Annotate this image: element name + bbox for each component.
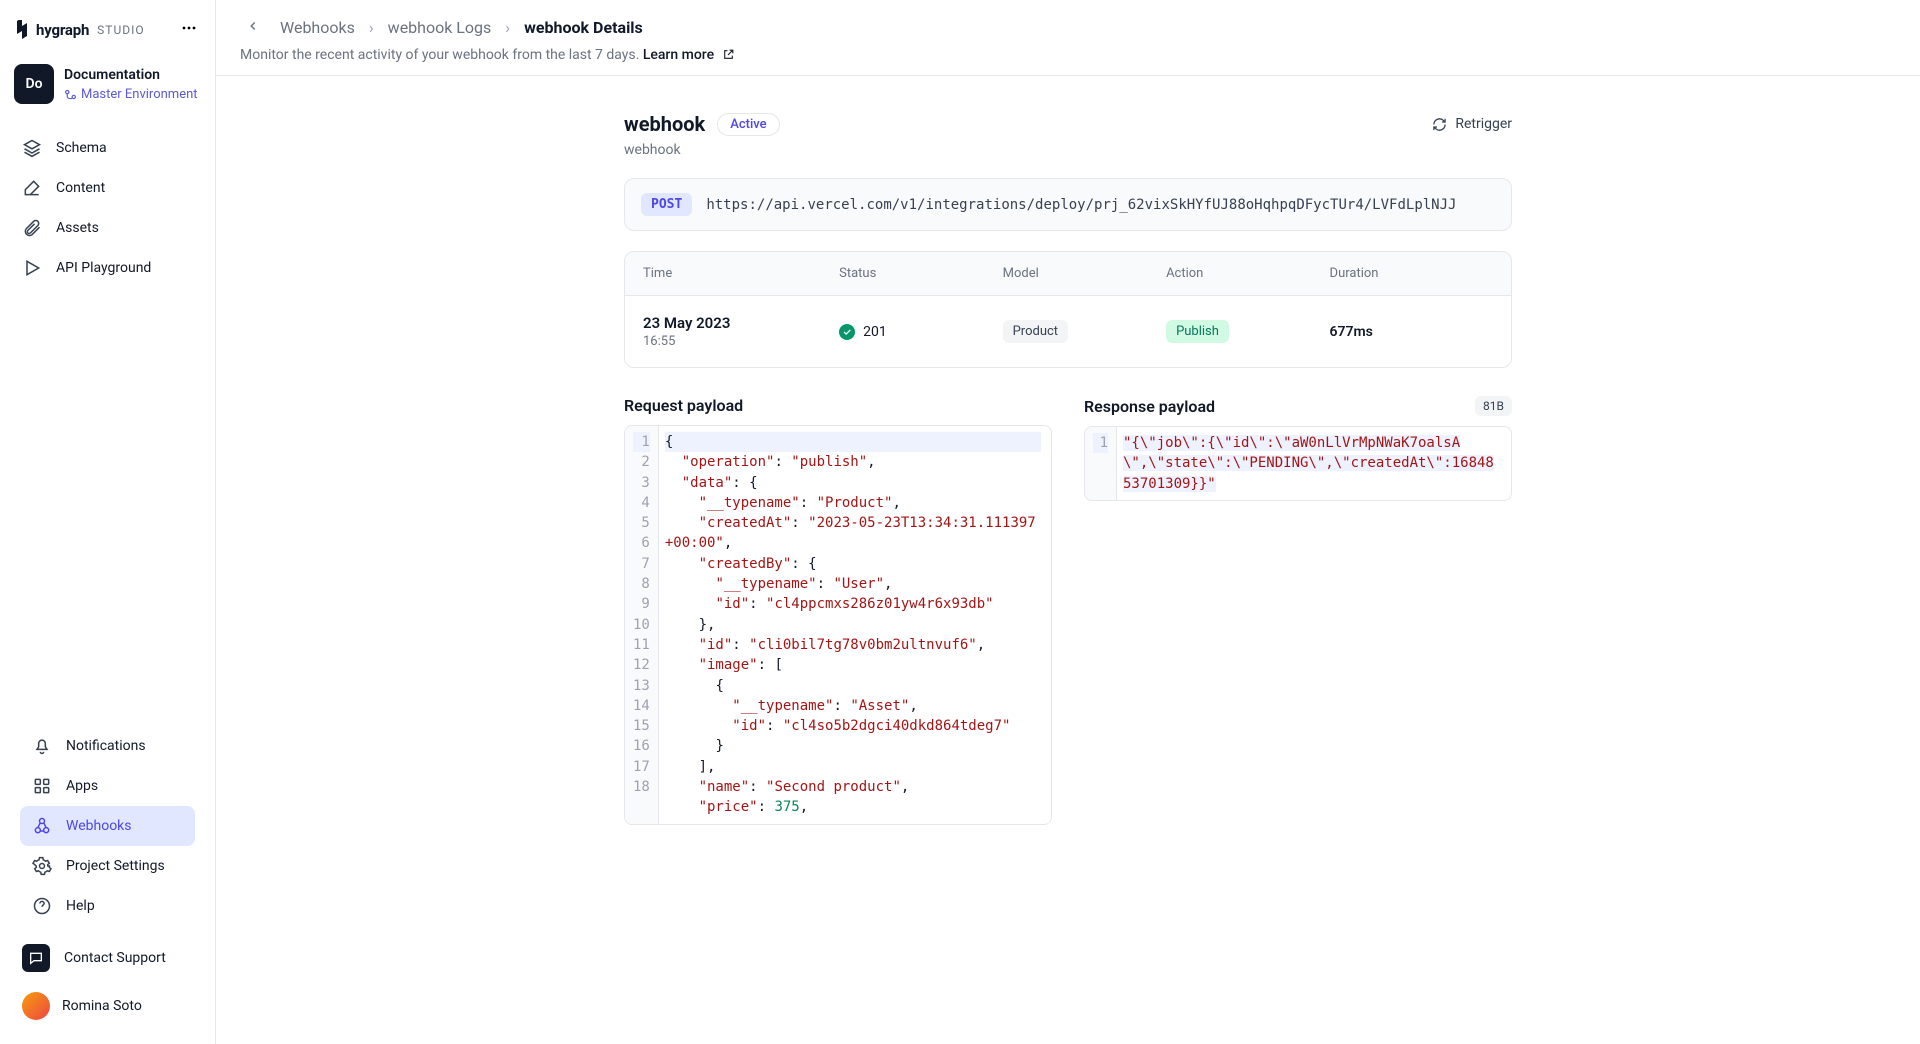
sidebar-item-project-settings[interactable]: Project Settings [20,846,195,886]
sidebar-item-assets[interactable]: Assets [10,208,205,248]
breadcrumb-webhooks[interactable]: Webhooks [280,18,355,37]
request-payload-title: Request payload [624,396,743,415]
environment-selector[interactable]: Master Environment [64,87,198,102]
breadcrumb: Webhooks › webhook Logs › webhook Detail… [240,14,1896,41]
sidebar-item-label: Assets [56,220,99,236]
webhook-icon [32,816,52,836]
sidebar-item-label: Notifications [66,738,146,754]
branch-icon [64,88,77,101]
sidebar-item-api-playground[interactable]: API Playground [10,248,205,288]
edit-icon [22,178,42,198]
main-content: Webhooks › webhook Logs › webhook Detail… [216,0,1920,1044]
webhook-url: https://api.vercel.com/v1/integrations/d… [706,197,1456,213]
more-menu-button[interactable] [177,16,201,44]
response-payload-section: Response payload 81B 1 "{\"job\":{\"id\"… [1084,396,1512,825]
primary-nav: Schema Content Assets API Playground [0,120,215,296]
chevron-left-icon [246,19,260,33]
chevron-right-icon: › [505,18,510,37]
webhook-url-box: POST https://api.vercel.com/v1/integrati… [624,178,1512,231]
http-method-badge: POST [641,193,692,216]
status-success-icon [839,324,855,340]
webhook-title: webhook [624,112,705,136]
col-action: Action [1166,266,1329,281]
project-badge: Do [14,64,54,104]
sidebar-item-label: Webhooks [66,818,132,834]
sidebar-item-label: Contact Support [64,950,166,966]
log-date: 23 May 2023 [643,314,839,332]
action-pill: Publish [1166,320,1229,343]
log-time: 16:55 [643,334,839,349]
webhook-subtitle: webhook [624,142,1512,158]
avatar [22,992,50,1020]
status-badge: Active [717,113,779,136]
user-name: Romina Soto [62,998,142,1014]
sidebar-item-contact-support[interactable]: Contact Support [10,934,205,982]
paperclip-icon [22,218,42,238]
sidebar-item-label: API Playground [56,260,151,276]
chevron-right-icon: › [369,18,374,37]
response-payload-title: Response payload [1084,397,1215,416]
col-status: Status [839,266,1002,281]
bell-icon [32,736,52,756]
project-selector[interactable]: Do Documentation Master Environment [0,56,215,120]
grid-icon [32,776,52,796]
sidebar-item-label: Schema [56,140,107,156]
brand-name: hygraph [36,21,89,39]
sidebar-item-label: Apps [66,778,98,794]
retrigger-button[interactable]: Retrigger [1432,116,1512,132]
request-payload-code[interactable]: 123456789101112131415161718 { "operation… [624,425,1052,825]
page-subtitle: Monitor the recent activity of your webh… [240,47,639,63]
sidebar-item-content[interactable]: Content [10,168,205,208]
sidebar-item-label: Project Settings [66,858,165,874]
page-header: Webhooks › webhook Logs › webhook Detail… [216,0,1920,76]
response-size-badge: 81B [1475,396,1512,416]
sidebar-item-help[interactable]: Help [20,886,195,926]
gear-icon [32,856,52,876]
back-button[interactable] [240,14,266,41]
dots-icon [181,20,197,36]
help-icon [32,896,52,916]
refresh-icon [1432,117,1447,132]
play-icon [22,258,42,278]
brand-studio: STUDIO [97,23,144,37]
external-link-icon [722,48,735,61]
sidebar-item-webhooks[interactable]: Webhooks [20,806,195,846]
model-pill: Product [1003,320,1068,343]
sidebar-item-schema[interactable]: Schema [10,128,205,168]
breadcrumb-webhook-logs[interactable]: webhook Logs [388,18,492,37]
breadcrumb-webhook-details: webhook Details [524,18,643,37]
learn-more-link[interactable]: Learn more [643,47,735,63]
col-duration: Duration [1330,266,1493,281]
response-payload-code[interactable]: 1 "{\"job\":{\"id\":\"aW0nLlVrMpNWaK7oal… [1084,426,1512,501]
table-row: 23 May 2023 16:55 201 Product Publish 67… [625,295,1511,367]
col-model: Model [1003,266,1166,281]
user-menu[interactable]: Romina Soto [10,982,205,1030]
hygraph-logo-icon [14,20,30,40]
secondary-nav: Notifications Apps Webhooks Project Sett… [10,718,205,934]
duration-value: 677ms [1330,324,1493,340]
sidebar-item-label: Content [56,180,105,196]
sidebar-item-notifications[interactable]: Notifications [20,726,195,766]
response-payload-text: "{\"job\":{\"id\":\"aW0nLlVrMpNWaK7oalsA… [1123,435,1494,492]
sidebar: hygraph STUDIO Do Documentation Master E… [0,0,216,1044]
col-time: Time [643,266,839,281]
layers-icon [22,138,42,158]
request-payload-section: Request payload 123456789101112131415161… [624,396,1052,825]
logo[interactable]: hygraph STUDIO [14,20,145,40]
sidebar-item-label: Help [66,898,95,914]
project-name: Documentation [64,67,198,83]
webhook-details-table: Time Status Model Action Duration 23 May… [624,251,1512,368]
sidebar-item-apps[interactable]: Apps [20,766,195,806]
status-code: 201 [863,324,887,340]
chat-icon [22,944,50,972]
